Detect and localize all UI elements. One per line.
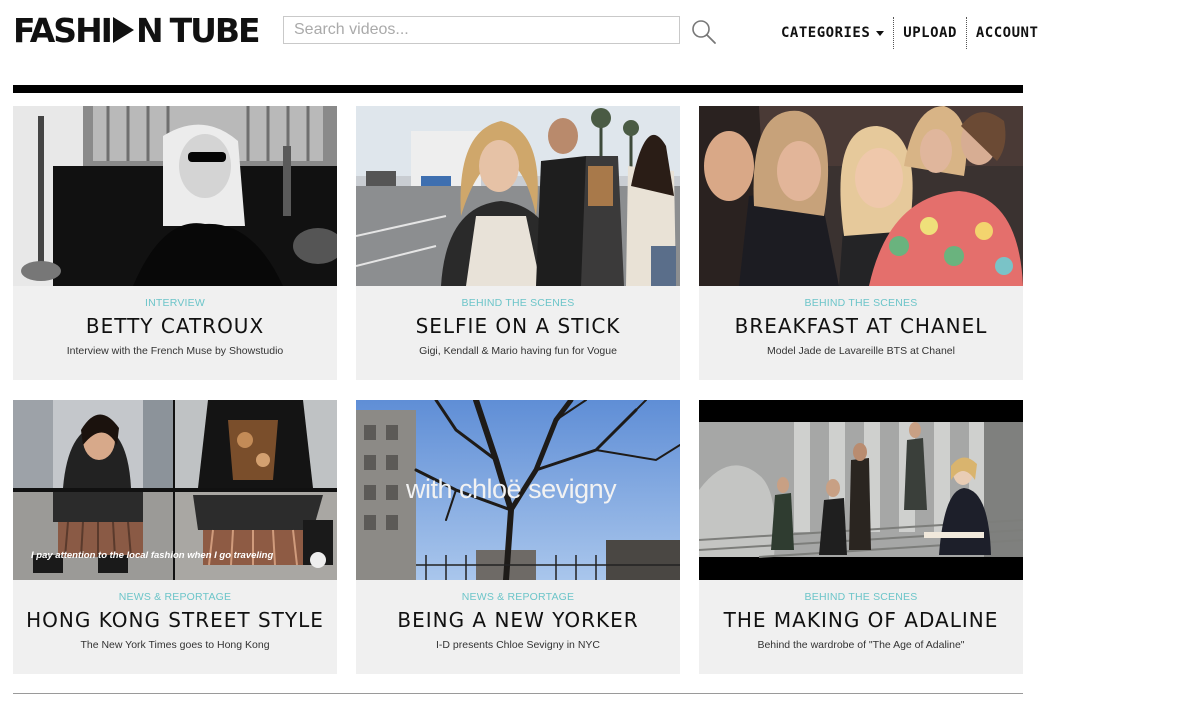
video-thumbnail[interactable] [356,106,680,286]
video-title[interactable]: BETTY CATROUX [13,314,337,338]
video-description: Model Jade de Lavareille BTS at Chanel [767,345,955,357]
video-card[interactable]: with chloë sevigny NEWS & REPORTAGE BEIN… [356,400,680,674]
nav-account-label: ACCOUNT [975,25,1039,41]
video-title[interactable]: HONG KONG STREET STYLE [13,608,337,632]
video-category[interactable]: NEWS & REPORTAGE [13,591,337,603]
video-card[interactable]: BEHIND THE SCENES SELFIE ON A STICK Gigi… [356,106,680,380]
video-overlay-caption: with chloë sevigny [406,474,617,504]
video-thumbnail[interactable] [13,106,337,286]
video-title[interactable]: SELFIE ON A STICK [356,314,680,338]
nav-account[interactable]: ACCOUNT [967,18,1048,48]
video-category[interactable]: INTERVIEW [13,297,337,309]
video-card[interactable]: BEHIND THE SCENES THE MAKING OF ADALINE … [699,400,1023,674]
search-icon [692,20,716,44]
logo-text-fashi: FASHI [13,10,113,50]
video-card[interactable]: I pay attention to the local fashion whe… [13,400,337,674]
nav-categories-label: CATEGORIES [781,25,871,41]
video-card[interactable]: INTERVIEW BETTY CATROUX Interview with t… [13,106,337,380]
play-icon [112,17,134,43]
video-thumbnail[interactable] [699,400,1023,580]
video-thumbnail[interactable]: with chloë sevigny [356,400,680,580]
video-description: Gigi, Kendall & Mario having fun for Vog… [419,345,617,357]
video-title[interactable]: THE MAKING OF ADALINE [699,608,1023,632]
nav-upload[interactable]: UPLOAD [894,18,966,48]
video-thumbnail[interactable] [699,106,1023,286]
video-thumbnail[interactable]: I pay attention to the local fashion whe… [13,400,337,580]
fashiontube-logo[interactable]: FASHI N TUBE [13,10,261,50]
video-description: The New York Times goes to Hong Kong [80,639,270,651]
video-title[interactable]: BREAKFAST AT CHANEL [699,314,1023,338]
main-nav: CATEGORIES UPLOAD ACCOUNT [772,17,1048,49]
header-divider [13,85,1023,93]
video-category[interactable]: NEWS & REPORTAGE [356,591,680,603]
video-category[interactable]: BEHIND THE SCENES [699,297,1023,309]
video-overlay-caption: I pay attention to the local fashion whe… [31,550,274,561]
video-category[interactable]: BEHIND THE SCENES [356,297,680,309]
footer-divider [13,693,1023,694]
search-input[interactable] [283,16,680,44]
video-description: Behind the wardrobe of "The Age of Adali… [757,639,965,651]
search-button[interactable] [690,18,718,46]
video-category[interactable]: BEHIND THE SCENES [699,591,1023,603]
video-card[interactable]: BEHIND THE SCENES BREAKFAST AT CHANEL Mo… [699,106,1023,380]
video-title[interactable]: BEING A NEW YORKER [356,608,680,632]
video-description: Interview with the French Muse by Showst… [66,345,284,357]
nav-upload-label: UPLOAD [903,25,957,41]
nav-categories[interactable]: CATEGORIES [772,18,893,48]
video-description: I-D presents Chloe Sevigny in NYC [436,639,600,651]
site-header: FASHI NTUBE CATEGORIES UPLOAD ACCOUNT [0,0,1181,64]
logo-text-tube: TUBE [169,10,261,50]
logo-text-n: N [135,10,164,50]
chevron-down-icon [876,30,885,36]
